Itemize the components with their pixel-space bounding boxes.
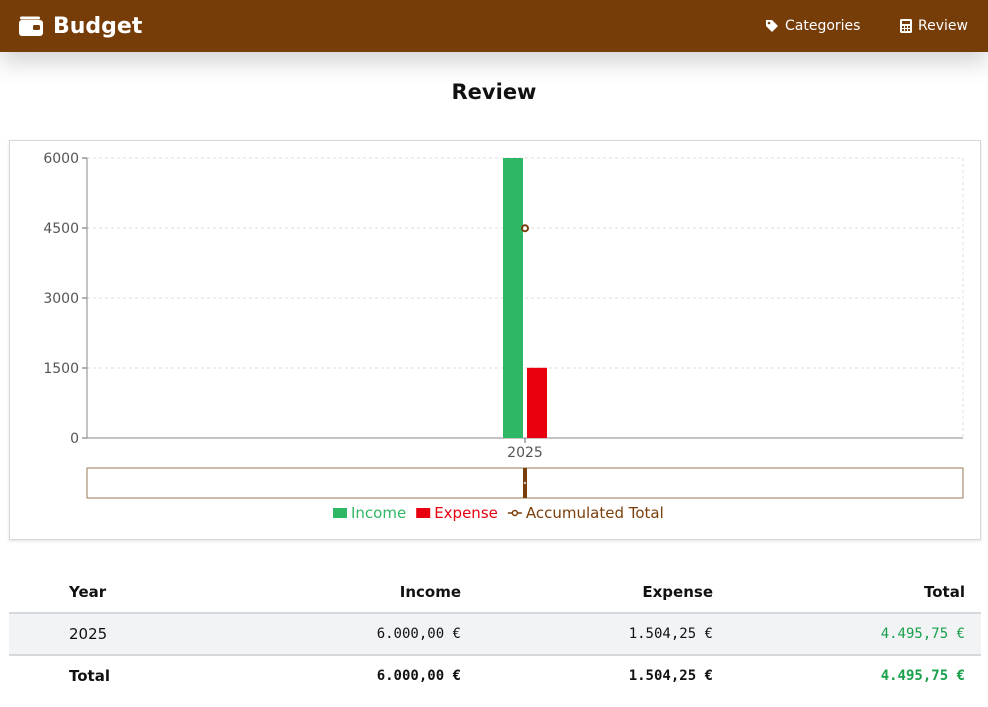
y-tick-label: 1500 (43, 361, 79, 377)
brand-name: Budget (53, 13, 143, 39)
calculator-icon (900, 19, 912, 33)
legend-swatch-expense (416, 508, 431, 518)
y-tick-label: 3000 (43, 291, 79, 307)
bar-income (503, 158, 523, 438)
zoom-slider-grip (523, 481, 527, 485)
footer-expense: 1.504,25 € (628, 668, 713, 684)
bar-expense (527, 367, 547, 438)
row-expense: 1.504,25 € (628, 626, 713, 642)
page-title: Review (451, 80, 537, 104)
y-tick-label: 4500 (43, 221, 79, 237)
nav-categories-label: Categories (785, 18, 861, 34)
legend-swatch-income (333, 508, 347, 518)
legend-label: Expense (434, 504, 498, 522)
footer-income: 6.000,00 € (376, 668, 461, 684)
row-total: 4.495,75 € (880, 626, 965, 642)
header-year[interactable]: Year (9, 572, 225, 613)
header-expense[interactable]: Expense (477, 572, 729, 613)
row-income: 6.000,00 € (376, 626, 461, 642)
nav-review-link[interactable]: Review (900, 0, 968, 52)
x-tick-label: 2025 (507, 445, 543, 461)
legend-label: Income (351, 504, 406, 522)
y-tick-label: 6000 (43, 151, 79, 167)
footer-label: Total (69, 667, 110, 685)
tag-icon (766, 20, 778, 32)
wallet-icon (19, 16, 43, 36)
table-row[interactable]: 2025 6.000,00 € 1.504,25 € 4.495,75 € (9, 613, 981, 655)
accumulated-point (521, 224, 529, 233)
review-chart: 0 1500 3000 4500 6000 2025 Income Expense Accumu… (9, 140, 981, 540)
navbar: Budget Categories Review (0, 0, 988, 52)
legend-label: Accumulated Total (526, 504, 664, 522)
header-total[interactable]: Total (729, 572, 981, 613)
legend-swatch-point (511, 509, 519, 517)
y-tick-label: 0 (70, 431, 79, 447)
table-footer-row: Total 6.000,00 € 1.504,25 € 4.495,75 € (9, 655, 981, 696)
footer-total: 4.495,75 € (880, 668, 965, 684)
header-income[interactable]: Income (225, 572, 477, 613)
nav-review-label: Review (918, 18, 968, 34)
brand-link[interactable]: Budget (19, 0, 142, 52)
nav-categories-link[interactable]: Categories (765, 0, 860, 52)
table-header-row: Year Income Expense Total (9, 572, 981, 613)
summary-table: Year Income Expense Total 2025 6.000,00 … (9, 572, 981, 696)
chart-canvas: 0 1500 3000 4500 6000 2025 Income Expense Accumu… (43, 151, 964, 522)
row-year: 2025 (69, 625, 108, 643)
